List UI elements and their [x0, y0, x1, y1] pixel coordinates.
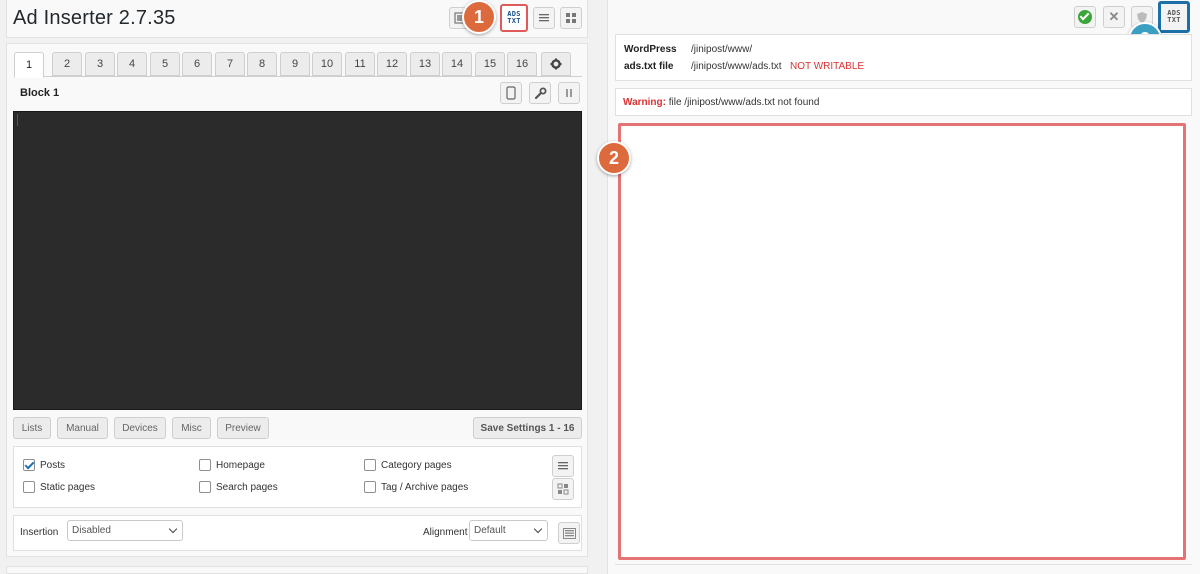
tab-5[interactable]: 5: [150, 52, 180, 76]
layout-icon: [562, 527, 576, 539]
tab-7[interactable]: 7: [215, 52, 245, 76]
preview-button[interactable]: Preview: [217, 417, 269, 439]
warning-text: file /jinipost/www/ads.txt not found: [665, 97, 820, 108]
manual-button[interactable]: Manual: [57, 417, 108, 439]
block-title: Block 1: [20, 87, 60, 99]
tab-16[interactable]: 16: [507, 52, 537, 76]
tab-11[interactable]: 11: [345, 52, 375, 76]
pause-button[interactable]: [558, 82, 580, 104]
tab-4[interactable]: 4: [117, 52, 147, 76]
lists-button[interactable]: Lists: [13, 417, 51, 439]
ads-txt-content-editor[interactable]: [618, 123, 1186, 560]
ad-inserter-settings-panel: Ad Inserter 2.7.35 ADS TXT 1 1 2 3 4 5 6…: [6, 0, 588, 574]
search-pages-checkbox[interactable]: Search pages: [199, 481, 278, 493]
tab-14[interactable]: 14: [442, 52, 472, 76]
close-icon: ✕: [1108, 9, 1120, 24]
list-icon: [558, 462, 568, 470]
grid-icon: [557, 483, 569, 495]
list-view-button[interactable]: [533, 7, 555, 29]
save-settings-button[interactable]: Save Settings 1 - 16: [473, 417, 582, 439]
alignment-select[interactable]: Default: [469, 520, 548, 541]
tablet-icon: [506, 86, 516, 100]
ads-txt-icon: ADS TXT: [1167, 9, 1181, 24]
insertion-label: Insertion: [20, 527, 59, 538]
tab-1[interactable]: 1: [14, 52, 44, 78]
grid-icon: [566, 13, 576, 23]
save-ads-txt-button[interactable]: [1074, 6, 1096, 28]
block-settings-box: 1 2 3 4 5 6 7 8 9 10 11 12 13 14 15 16 B…: [6, 43, 588, 557]
alignment-label: Alignment: [423, 527, 468, 538]
list-icon: [539, 14, 549, 22]
device-button[interactable]: [500, 82, 522, 104]
list-options-button[interactable]: [552, 455, 574, 477]
category-pages-checkbox[interactable]: Category pages: [364, 459, 452, 471]
block-tabs: 1 2 3 4 5 6 7 8 9 10 11 12 13 14 15 16: [14, 51, 582, 78]
checkbox[interactable]: [364, 459, 376, 471]
tab-13[interactable]: 13: [410, 52, 440, 76]
checkbox[interactable]: [364, 481, 376, 493]
code-editor[interactable]: [13, 111, 582, 410]
ads-txt-icon: ADS TXT: [507, 10, 521, 25]
tab-6[interactable]: 6: [182, 52, 212, 76]
pause-icon: [566, 89, 572, 97]
tab-2[interactable]: 2: [52, 52, 82, 76]
cancel-ads-txt-button[interactable]: ✕: [1103, 6, 1125, 28]
ads-txt-panel: ✕ ADS TXT 3 WordPress /jinipost/www/ ads…: [597, 0, 1200, 574]
ads-txt-button[interactable]: ADS TXT: [500, 4, 528, 32]
app-title: Ad Inserter 2.7.35: [13, 7, 176, 29]
warning-label: Warning:: [623, 97, 666, 108]
callout-badge-2: 2: [597, 141, 631, 175]
tools-button[interactable]: [529, 82, 551, 104]
chevron-down-icon: [168, 524, 178, 534]
ads-txt-status: NOT WRITABLE: [790, 61, 865, 72]
misc-button[interactable]: Misc: [172, 417, 211, 439]
next-section-edge: [6, 566, 588, 574]
editor-cursor: [17, 114, 18, 126]
posts-checkbox[interactable]: Posts: [23, 459, 65, 471]
ads-txt-info-box: WordPress /jinipost/www/ ads.txt file /j…: [615, 34, 1192, 81]
tab-15[interactable]: 15: [475, 52, 505, 76]
ads-txt-file-label: ads.txt file: [624, 61, 674, 72]
tag-archive-pages-checkbox[interactable]: Tag / Archive pages: [364, 481, 468, 493]
checkbox[interactable]: [199, 481, 211, 493]
grid-view-button[interactable]: [560, 7, 582, 29]
checkbox[interactable]: [199, 459, 211, 471]
wrench-icon: [534, 87, 546, 99]
gear-icon: [550, 58, 562, 70]
tab-8[interactable]: 8: [247, 52, 277, 76]
tab-10[interactable]: 10: [312, 52, 342, 76]
page-types-box: Posts Homepage Category pages Static pag…: [13, 446, 582, 508]
tab-9[interactable]: 9: [280, 52, 310, 76]
tab-12[interactable]: 12: [377, 52, 407, 76]
panel-header: Ad Inserter 2.7.35 ADS TXT 1: [6, 0, 588, 38]
insertion-box: Insertion Disabled Alignment Default: [13, 515, 582, 551]
insertion-select[interactable]: Disabled: [67, 520, 183, 541]
ads-txt-toggle-button[interactable]: ADS TXT: [1158, 1, 1190, 33]
devices-button[interactable]: Devices: [114, 417, 166, 439]
grid-options-button[interactable]: [552, 478, 574, 500]
checkbox[interactable]: [23, 481, 35, 493]
warning-message: Warning: file /jinipost/www/ads.txt not …: [615, 88, 1192, 116]
wordpress-label: WordPress: [624, 44, 677, 55]
alignment-preview-button[interactable]: [558, 522, 580, 544]
chevron-down-icon: [533, 524, 543, 534]
callout-badge-1: 1: [462, 0, 496, 34]
tab-3[interactable]: 3: [85, 52, 115, 76]
checkbox[interactable]: [23, 459, 35, 471]
check-icon: [1078, 10, 1092, 24]
tab-general-settings[interactable]: [541, 52, 571, 76]
homepage-checkbox[interactable]: Homepage: [199, 459, 265, 471]
wordpress-path: /jinipost/www/: [691, 44, 753, 55]
ads-txt-file-path: /jinipost/www/ads.txt: [691, 61, 782, 72]
static-pages-checkbox[interactable]: Static pages: [23, 481, 95, 493]
panel-bottom-edge: [615, 564, 1192, 574]
